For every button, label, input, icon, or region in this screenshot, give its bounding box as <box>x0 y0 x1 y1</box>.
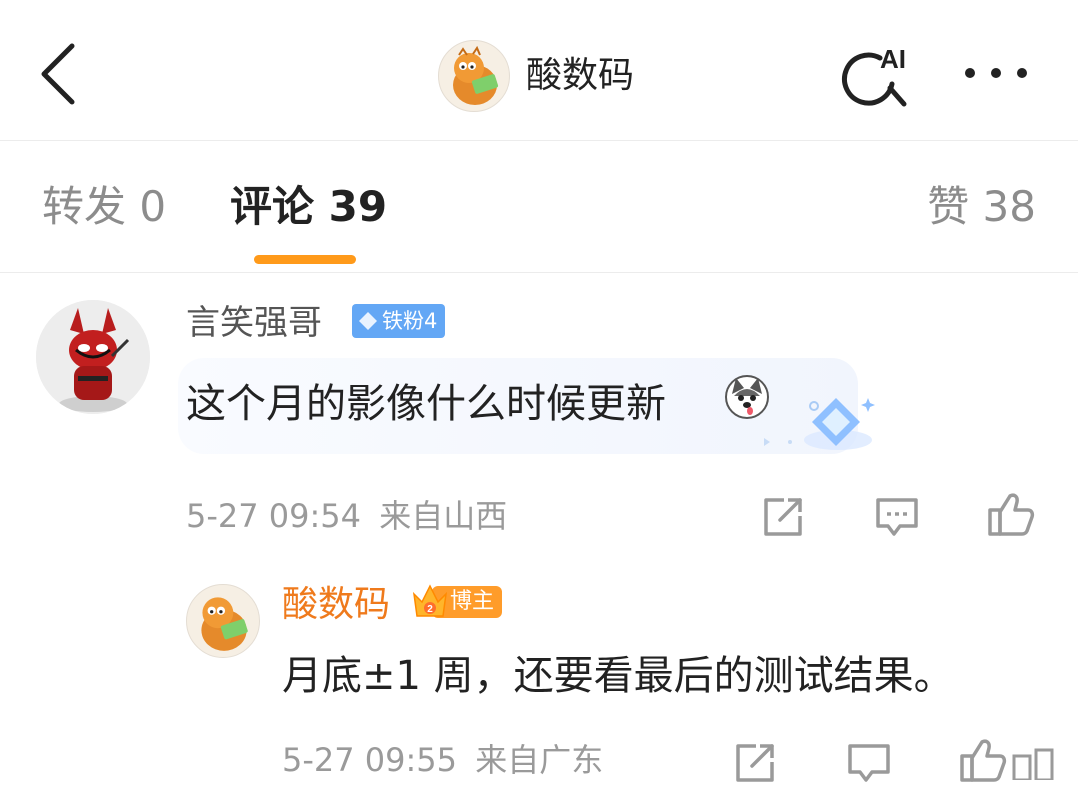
blogger-avatar[interactable] <box>186 584 260 658</box>
garfield-avatar-icon <box>201 597 248 651</box>
comment-text[interactable]: 这个月的影像什么时候更新 <box>186 376 666 432</box>
diamond-icon <box>359 312 377 330</box>
back-button[interactable] <box>32 38 92 110</box>
svg-text:2: 2 <box>427 604 433 615</box>
like-icon <box>960 739 1007 782</box>
back-arrow-icon <box>41 43 75 105</box>
blogger-badge-label: 博主 <box>450 589 495 614</box>
reply-meta: 5-27 09:55 来自广东 <box>282 738 603 782</box>
reply-time: 5-27 09:55 <box>282 741 458 779</box>
tab-bar: 转发 0 评论 39 赞 38 <box>0 141 1078 273</box>
fan-badge[interactable]: 铁粉4 <box>352 304 446 338</box>
reply-text[interactable]: 月底±1 周，还要看最后的测试结果。 <box>282 648 954 704</box>
share-icon <box>764 498 802 536</box>
comment-meta: 5-27 09:54 来自山西 <box>186 494 507 538</box>
comment-time: 5-27 09:54 <box>186 497 362 535</box>
page-title: 酸数码 <box>526 55 635 96</box>
reply-reply-button[interactable] <box>846 740 892 786</box>
more-button[interactable] <box>960 56 1032 90</box>
tab-like[interactable]: 赞 38 <box>927 177 1036 237</box>
pikachu-deadpool-avatar-icon <box>36 300 150 414</box>
account-avatar[interactable] <box>438 40 510 112</box>
reply-button[interactable] <box>874 494 920 540</box>
blogger-badge[interactable]: 2 博主 <box>410 580 504 624</box>
commenter-name[interactable]: 言笑强哥 <box>186 300 322 346</box>
ai-search-button[interactable]: AI <box>840 38 920 112</box>
active-tab-indicator <box>254 255 356 264</box>
reply-share-button[interactable] <box>732 740 778 786</box>
diamond-decoration-icon <box>760 380 880 460</box>
tab-comment[interactable]: 评论 39 <box>230 177 387 237</box>
reply-icon <box>848 744 890 782</box>
reply-like-button[interactable] <box>958 736 1007 782</box>
svg-text:AI: AI <box>880 44 906 74</box>
reply-author-name[interactable]: 酸数码 <box>282 582 390 628</box>
fan-badge-label: 铁粉4 <box>382 309 438 333</box>
top-bar: 酸数码 AI <box>0 0 1078 141</box>
commenter-avatar[interactable] <box>36 300 150 414</box>
share-icon <box>736 744 774 782</box>
reply-location: 来自广东 <box>475 741 604 779</box>
share-button[interactable] <box>760 494 806 540</box>
more-action-icon <box>1012 748 1054 782</box>
reply-icon <box>876 498 918 536</box>
comment-location: 来自山西 <box>379 497 508 535</box>
garfield-avatar-icon <box>453 45 499 105</box>
reply-extra-icon[interactable] <box>1008 740 1058 782</box>
more-icon <box>965 68 1027 78</box>
like-button[interactable] <box>986 490 1035 536</box>
ai-search-icon: AI <box>842 44 907 107</box>
tab-repost[interactable]: 转发 0 <box>42 177 166 237</box>
like-icon <box>988 493 1035 536</box>
